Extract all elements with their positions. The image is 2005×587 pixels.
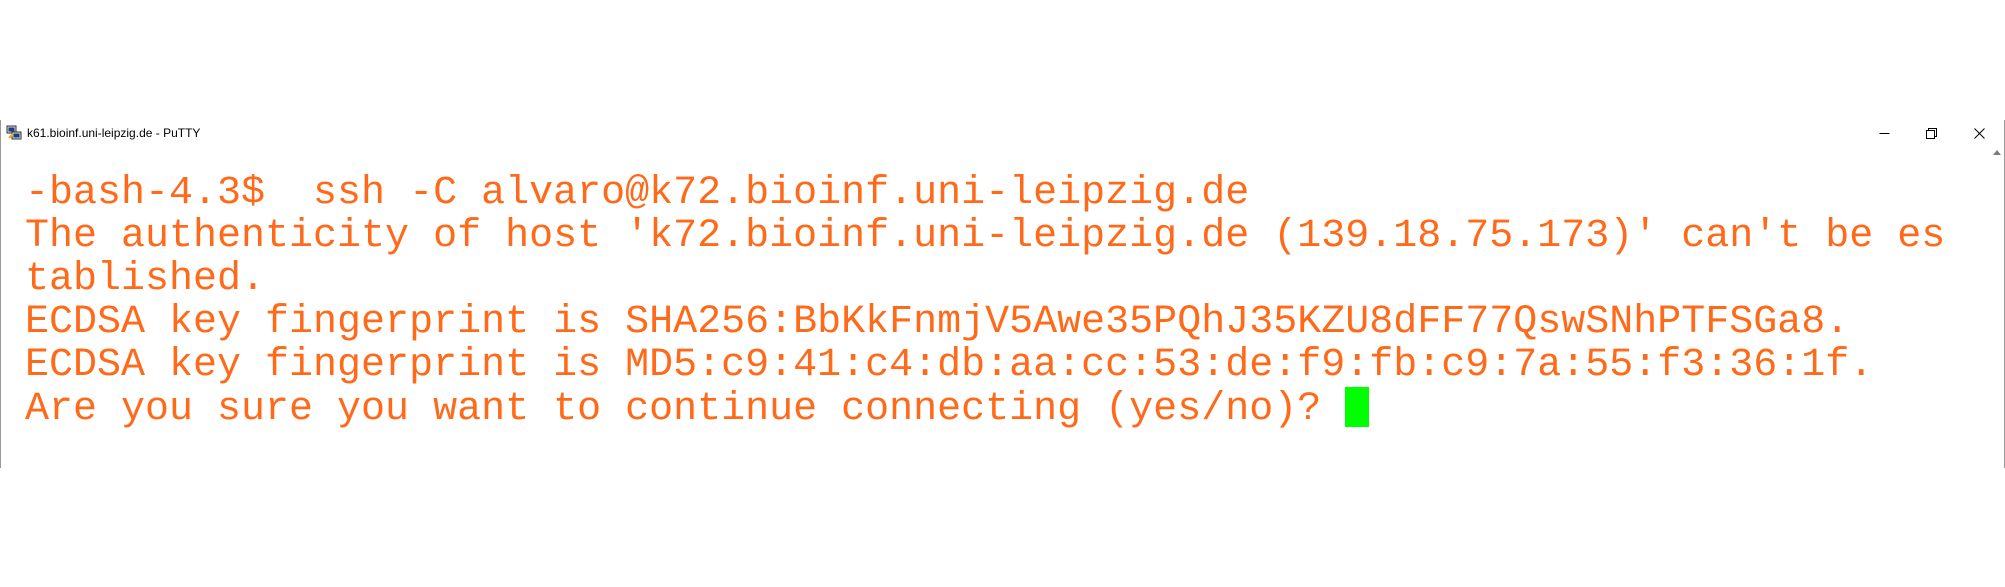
terminal-line-sha256-fingerprint: ECDSA key fingerprint is SHA256:BbKkFnmj…	[25, 300, 1850, 345]
terminal-line-confirm-prompt: Are you sure you want to continue connec…	[25, 387, 1370, 432]
terminal-area[interactable]: -bash-4.3$ ssh -C alvaro@k72.bioinf.uni-…	[1, 146, 1991, 468]
title-bar[interactable]: k61.bioinf.uni-leipzig.de - PuTTY	[1, 120, 2004, 146]
putty-icon[interactable]	[6, 125, 22, 141]
terminal-line-md5-fingerprint: ECDSA key fingerprint is MD5:c9:41:c4:db…	[25, 343, 1874, 388]
restore-button[interactable]	[1908, 120, 1954, 146]
minimize-icon	[1879, 132, 1889, 134]
close-button[interactable]	[1956, 120, 2002, 146]
terminal-line-authenticity: The authenticity of host 'k72.bioinf.uni…	[25, 214, 1946, 259]
terminal-line-prompt: -bash-4.3$ ssh -C alvaro@k72.bioinf.uni-…	[25, 171, 1250, 216]
close-icon	[1973, 127, 1985, 139]
window-title: k61.bioinf.uni-leipzig.de - PuTTY	[27, 126, 201, 140]
vertical-scrollbar[interactable]	[1991, 146, 2004, 468]
putty-window: k61.bioinf.uni-leipzig.de - PuTTY -bash-…	[0, 120, 2005, 468]
confirm-prompt-text: Are you sure you want to continue connec…	[25, 387, 1346, 432]
scroll-up-arrow-icon[interactable]	[1993, 150, 2001, 155]
terminal-line-established: tablished.	[25, 257, 266, 302]
restore-icon	[1925, 127, 1937, 139]
minimize-button[interactable]	[1861, 120, 1907, 146]
text-cursor	[1345, 387, 1370, 427]
